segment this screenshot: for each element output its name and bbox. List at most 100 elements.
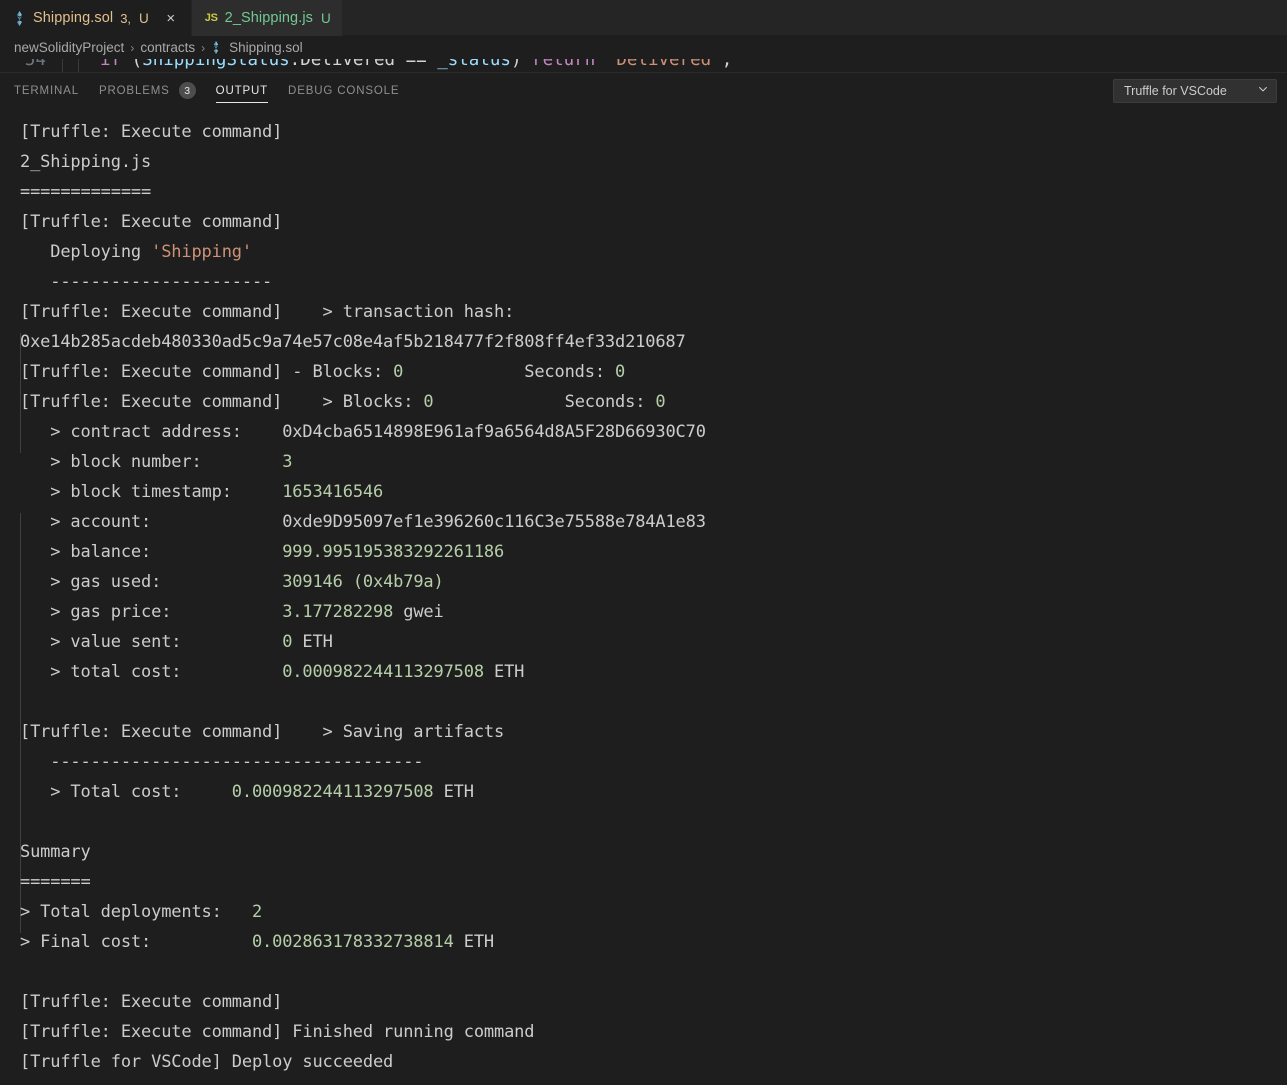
code-token-10: ; [721,59,733,70]
output-segment: > balance: [20,542,283,562]
code-token-1: ( [121,59,143,70]
output-channel-select[interactable]: Truffle for VSCode [1113,78,1277,103]
output-line: [Truffle for VSCode] Deploy succeeded [20,1047,1287,1077]
breadcrumb-item-file[interactable]: Shipping.sol [229,40,303,55]
output-segment: 0.000982244113297508 [282,662,484,682]
code-tokens: if (ShippingStatus.Delivered == _status)… [100,59,732,72]
output-segment: Seconds: [433,392,656,412]
output-segment: [Truffle: Execute command] > transaction… [20,302,515,322]
output-segment: [Truffle: Execute command] [20,992,293,1012]
output-segment: > value sent: [20,632,283,652]
output-line: [Truffle: Execute command] > transaction… [20,297,1287,327]
panel-actions: Truffle for VSCode [1113,78,1277,103]
editor-tab-problem-count: 3, [120,10,132,26]
output-text: [Truffle: Execute command] 2_Shipping.js… [0,117,1287,1077]
code-token-3: .Delivered [289,59,406,70]
output-segment: 309146 (0x4b79a) [282,572,444,592]
output-line: > block number: 3 [20,447,1287,477]
editor-tab-git-status: U [139,10,149,26]
output-segment: 1653416546 [282,482,384,502]
breadcrumb-item-contracts[interactable]: contracts [140,40,195,55]
panel-tab-label: TERMINAL [14,84,79,97]
editor-tab-2-shipping-js[interactable]: JS 2_Shipping.js U [191,0,343,36]
output-segment: [Truffle: Execute command] > Blocks: [20,392,424,412]
tab-problems[interactable]: PROBLEMS 3 [99,73,196,108]
panel-tab-label: OUTPUT [215,84,269,97]
output-line: > gas used: 309146 (0x4b79a) [20,567,1287,597]
output-line: ------------------------------------- [20,747,1287,777]
output-segment: ETH [453,932,494,952]
output-segment: > Total deployments: [20,902,252,922]
output-segment: 0.002863178332738814 [251,932,454,952]
editor-tab-shipping-sol[interactable]: Shipping.sol 3, U × [0,0,192,36]
panel-tab-list: TERMINAL PROBLEMS 3 OUTPUT DEBUG CONSOLE [14,73,399,108]
output-line: 0xe14b285acdeb480330ad5c9a74e57c08e4af5b… [20,327,1287,357]
output-line: > gas price: 3.177282298 gwei [20,597,1287,627]
output-segment: ------------------------------------- [20,752,424,772]
output-line: > balance: 999.995195383292261186 [20,537,1287,567]
tab-terminal[interactable]: TERMINAL [14,73,79,108]
output-line: [Truffle: Execute command] [20,987,1287,1017]
editor-tab-label: Shipping.sol [33,10,114,26]
output-line: [Truffle: Execute command] [20,117,1287,147]
output-segment: 0 [655,392,666,412]
code-token-4: == [405,59,438,70]
bottom-panel: TERMINAL PROBLEMS 3 OUTPUT DEBUG CONSOLE… [0,72,1287,1085]
javascript-file-icon: JS [204,12,218,24]
tab-output[interactable]: OUTPUT [215,73,269,108]
output-segment: 2_Shipping.js [20,152,152,172]
output-segment: > block number: [20,452,283,472]
output-segment: 0xD4cba6514898E961af9a6564d8A5F28D66930C… [282,422,706,442]
tab-debug-console[interactable]: DEBUG CONSOLE [288,73,399,108]
output-segment: [Truffle: Execute command] - Blocks: [20,362,394,382]
output-segment: 3.177282298 [282,602,394,622]
output-segment: ETH [292,632,333,652]
code-token-7: return [532,59,596,70]
output-line: 2_Shipping.js [20,147,1287,177]
output-segment: > Total cost: [20,782,232,802]
output-line: > Total deployments: 2 [20,897,1287,927]
output-segment: ======= [20,872,91,892]
output-line: [Truffle: Execute command] > Saving arti… [20,717,1287,747]
panel-header: TERMINAL PROBLEMS 3 OUTPUT DEBUG CONSOLE… [0,73,1287,108]
close-icon[interactable]: × [162,9,180,27]
panel-tab-label: PROBLEMS [98,84,170,97]
code-token-0: if [100,59,122,70]
output-log-view[interactable]: [Truffle: Execute command] 2_Shipping.js… [0,108,1287,1085]
breadcrumb-separator-icon: › [130,40,135,55]
editor-tab-bar: Shipping.sol 3, U × JS 2_Shipping.js U [0,0,1287,36]
code-token-5: _status [437,59,511,70]
output-segment: > contract address: [20,422,283,442]
output-line: ============= [20,177,1287,207]
output-line: > contract address: 0xD4cba6514898E961af… [20,417,1287,447]
breadcrumb-item-project[interactable]: newSolidityProject [14,40,124,55]
solidity-file-icon [13,10,26,26]
breadcrumb-separator-icon: › [201,40,206,55]
output-segment: > gas price: [20,602,283,622]
output-segment: 3 [282,452,293,472]
output-line: > value sent: 0 ETH [20,627,1287,657]
code-token-8 [595,59,606,70]
output-segment: ETH [483,662,525,682]
output-line: > block timestamp: 1653416546 [20,477,1287,507]
code-token-2: ShippingStatus [142,59,290,70]
output-line: [Truffle: Execute command] > Blocks: 0 S… [20,387,1287,417]
chevron-down-icon [1257,83,1269,98]
output-segment: 999.995195383292261186 [282,542,505,562]
output-segment: 0 [423,392,434,412]
output-segment: 0.000982244113297508 [231,782,434,802]
output-segment: [Truffle: Execute command] Finished runn… [20,1022,535,1042]
output-segment: > block timestamp: [20,482,283,502]
solidity-file-icon [211,41,221,54]
output-segment: Seconds: [403,362,616,382]
output-segment: [Truffle: Execute command] [20,212,293,232]
output-segment: [Truffle: Execute command] > Saving arti… [20,722,505,742]
output-segment: [Truffle: Execute command] [20,122,293,142]
output-line: ---------------------- [20,267,1287,297]
code-token-9: "Delivered" [605,59,722,70]
output-line: > Final cost: 0.002863178332738814 ETH [20,927,1287,957]
output-segment: [Truffle for VSCode] Deploy succeeded [20,1052,394,1072]
fold-gutter [62,59,78,72]
